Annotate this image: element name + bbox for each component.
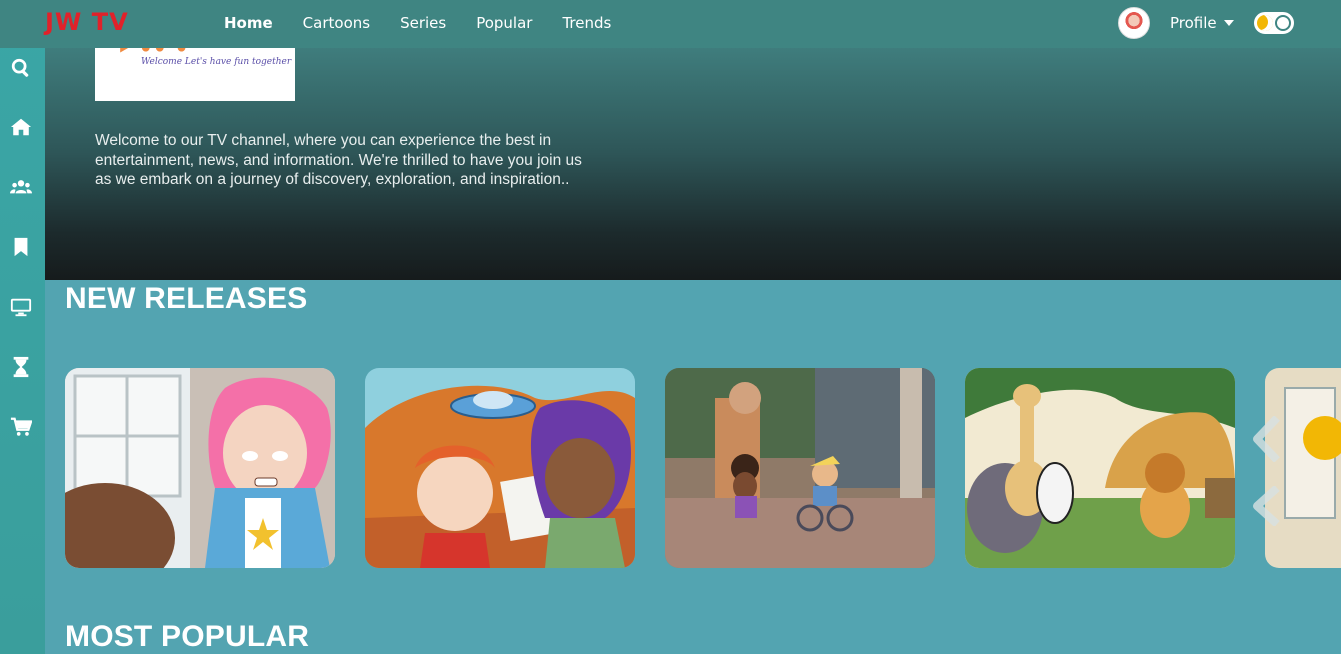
- release-card[interactable]: [665, 368, 935, 568]
- nav-home[interactable]: Home: [224, 14, 273, 32]
- release-card[interactable]: [365, 368, 635, 568]
- avatar-image: [1122, 11, 1146, 35]
- new-releases-carousel: [65, 368, 1341, 568]
- users-icon[interactable]: [8, 174, 34, 200]
- carousel-prev-arrow[interactable]: [1253, 485, 1283, 527]
- nav-trends[interactable]: Trends: [562, 14, 611, 32]
- profile-dropdown[interactable]: Profile: [1170, 14, 1234, 32]
- release-card[interactable]: [1265, 368, 1341, 568]
- nav-links: Home Cartoons Series Popular Trends: [224, 14, 641, 32]
- home-icon[interactable]: [8, 114, 34, 140]
- hero-logo: ‣ •• • Welcome Let's have fun together: [95, 48, 295, 101]
- cart-icon[interactable]: [8, 414, 34, 440]
- new-releases-title: NEW RELEASES: [65, 282, 308, 315]
- brand-logo[interactable]: JW TV: [45, 8, 129, 36]
- top-navbar: JW TV Home Cartoons Series Popular Trend…: [0, 0, 1341, 48]
- nav-popular[interactable]: Popular: [476, 14, 532, 32]
- nav-series[interactable]: Series: [400, 14, 446, 32]
- toggle-knob: [1275, 15, 1291, 31]
- release-card[interactable]: [965, 368, 1235, 568]
- nav-cartoons[interactable]: Cartoons: [303, 14, 370, 32]
- theme-toggle[interactable]: [1254, 12, 1294, 34]
- search-icon[interactable]: [8, 55, 34, 81]
- hero-banner: ‣ •• • Welcome Let's have fun together W…: [45, 48, 1341, 280]
- sidebar: [0, 0, 45, 654]
- release-card[interactable]: [65, 368, 335, 568]
- profile-label: Profile: [1170, 14, 1217, 32]
- bookmark-icon[interactable]: [8, 234, 34, 260]
- avatar[interactable]: [1118, 7, 1150, 39]
- hourglass-icon[interactable]: [8, 354, 34, 380]
- most-popular-title: MOST POPULAR: [65, 620, 310, 653]
- hero-logo-tagline: Welcome Let's have fun together: [141, 57, 292, 67]
- moon-icon: [1257, 15, 1273, 31]
- tv-icon[interactable]: [8, 294, 34, 320]
- hero-description: Welcome to our TV channel, where you can…: [95, 132, 582, 188]
- caret-down-icon: [1223, 20, 1234, 26]
- carousel-next-arrow[interactable]: [1253, 415, 1283, 463]
